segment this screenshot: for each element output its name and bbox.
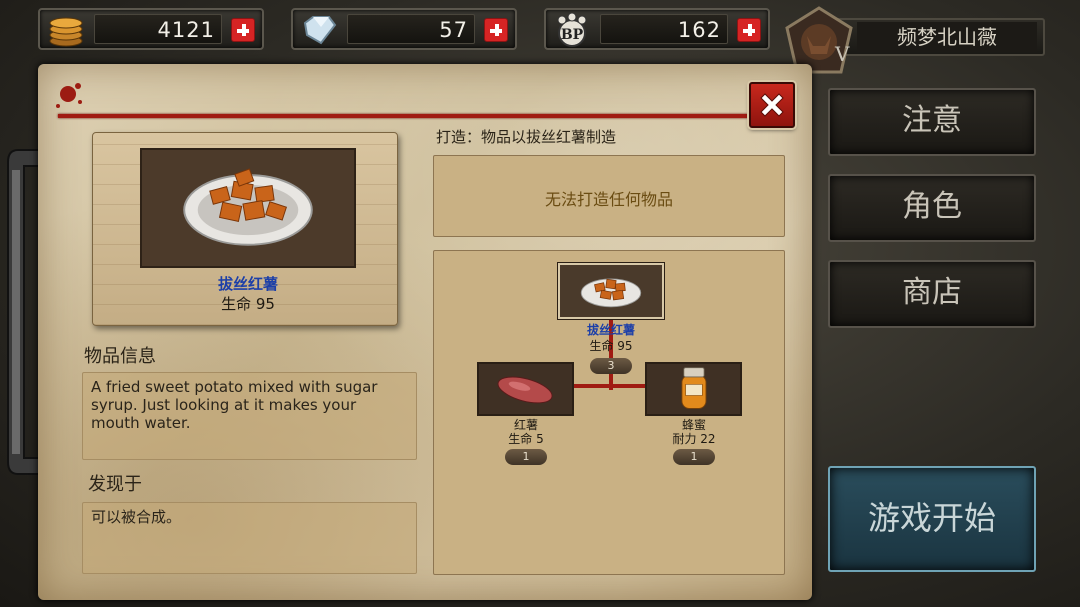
character-button[interactable]: 角色 [828,174,1036,242]
crafting-message: 无法打造任何物品 [544,190,673,209]
bp-label: BP [561,27,584,43]
diamonds-counter: 57 [291,8,517,50]
item-stat: 生命 95 [221,295,275,313]
recipe-result-count: 3 [590,358,632,374]
crafting-message-box: 无法打造任何物品 [433,155,785,237]
header-divider [58,114,748,118]
close-icon [760,93,784,117]
notice-button[interactable]: 注意 [828,88,1036,156]
coins-icon [49,17,83,47]
coins-value: 4121 [94,14,222,44]
item-image [140,148,356,268]
ingredient-stat-honey: 耐力 22 [672,432,716,446]
ingredient-node-honey[interactable] [645,362,742,416]
crafting-title: 打造：物品以拔丝红薯制造 [436,128,617,146]
found-in-title: 发现于 [88,474,142,495]
found-in-text: 可以被合成。 [82,502,417,574]
tree-line-horizontal [573,384,647,388]
coins-counter: 4121 [38,8,264,50]
add-diamonds-button[interactable] [484,18,508,42]
diamond-icon [303,16,337,45]
item-info-title: 物品信息 [84,346,156,367]
candied-sweet-potato-icon [580,278,642,308]
honey-jar-icon [681,367,707,409]
bp-paw-icon: BP [557,13,587,47]
diamonds-value: 57 [347,14,475,44]
add-coins-button[interactable] [231,18,255,42]
item-description: A fried sweet potato mixed with sugar sy… [82,372,417,460]
candied-sweet-potato-icon [183,168,313,246]
recipe-result-name: 拔丝红薯 [586,323,635,337]
item-name: 拔丝红薯 [217,275,278,293]
ingredient-name-sweet-potato: 红薯 [513,418,538,432]
player-rank: V [835,42,850,66]
add-bp-button[interactable] [737,18,761,42]
player-name-box[interactable]: 频梦北山薇 [835,18,1045,56]
bp-value: 162 [600,14,728,44]
close-button[interactable] [749,82,795,128]
ingredient-name-honey: 蜂蜜 [681,418,706,432]
player-name: 频梦北山薇 [857,22,1037,52]
shop-button[interactable]: 商店 [828,260,1036,328]
ingredient-count-honey: 1 [673,449,715,465]
ingredient-node-sweet-potato[interactable] [477,362,574,416]
sweet-potato-icon [497,376,553,404]
ingredient-stat-sweet-potato: 生命 5 [508,432,544,446]
ingredient-count-sweet-potato: 1 [505,449,547,465]
recipe-result-stat: 生命 95 [589,339,633,353]
start-game-button[interactable]: 游戏开始 [828,466,1036,572]
blood-splatter [56,83,82,108]
bp-counter: BP 162 [544,8,770,50]
recipe-result-node[interactable] [557,262,665,320]
